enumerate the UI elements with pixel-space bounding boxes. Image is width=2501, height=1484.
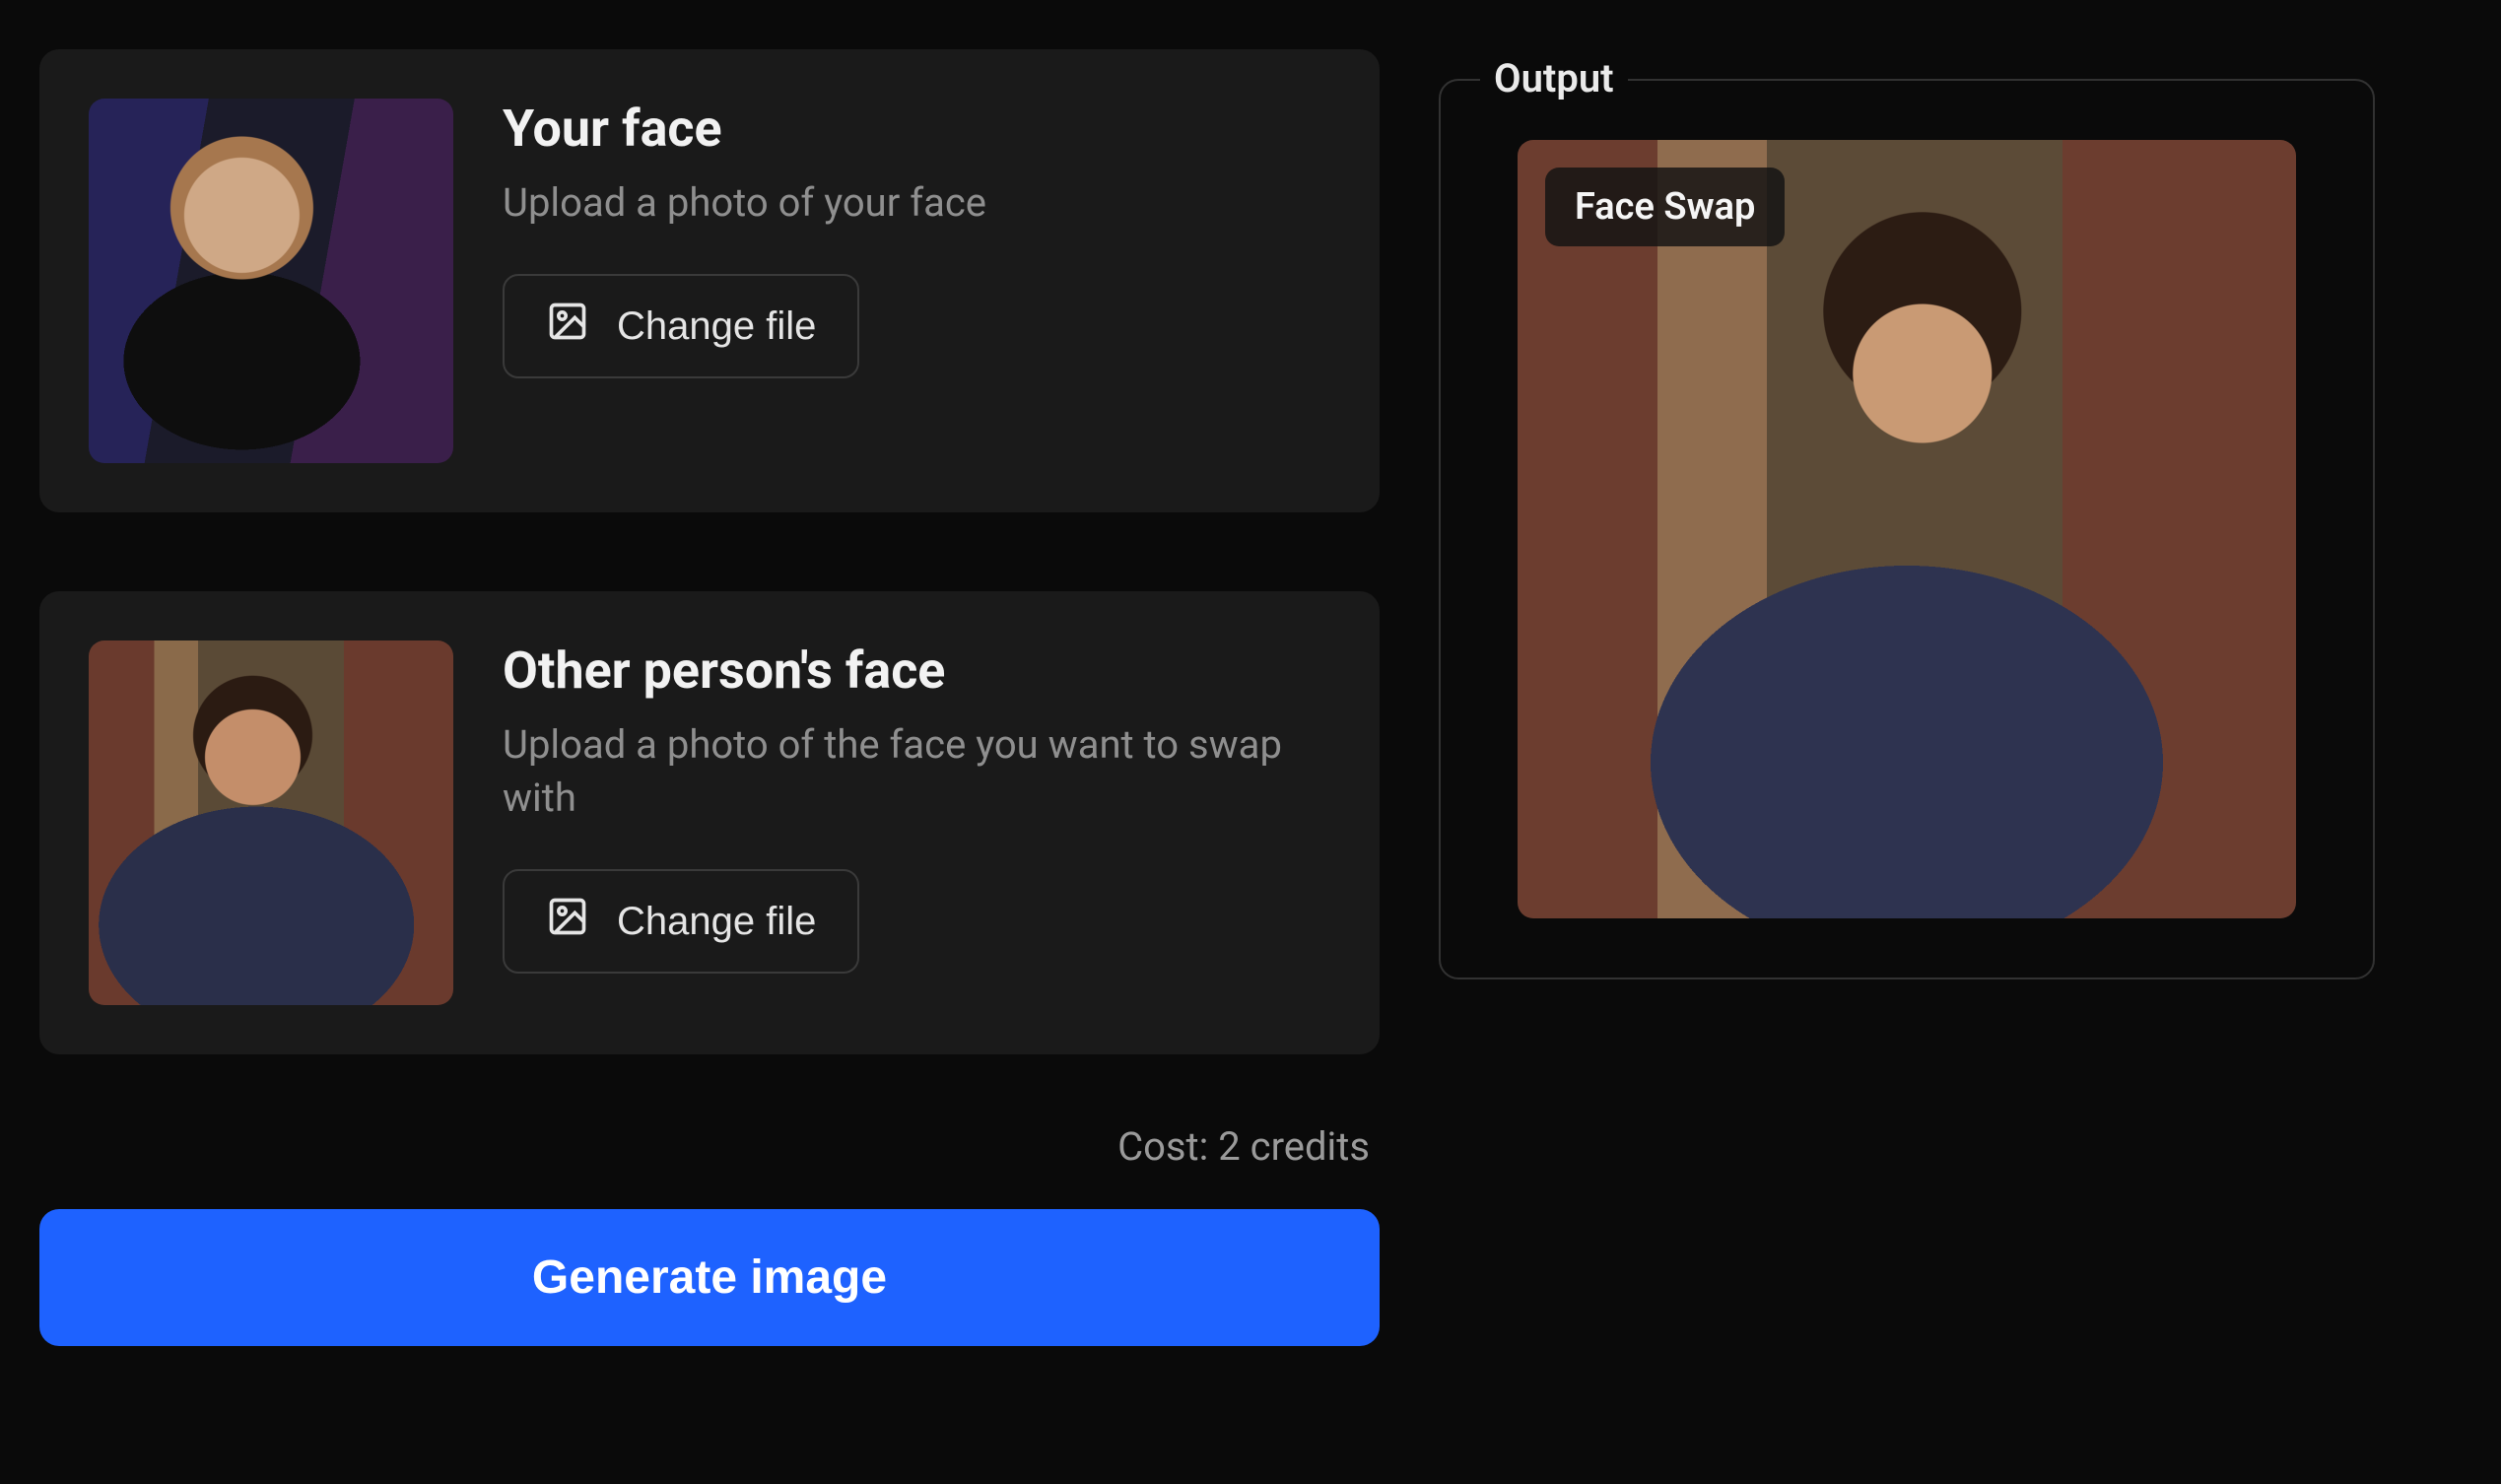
your-face-thumbnail[interactable] — [89, 99, 453, 463]
generate-button[interactable]: Generate image — [39, 1209, 1380, 1346]
other-face-thumbnail[interactable] — [89, 641, 453, 1005]
other-face-body: Other person's face Upload a photo of th… — [503, 641, 1330, 974]
your-face-subtitle: Upload a photo of your face — [503, 176, 1330, 230]
output-column: Output Face Swap — [1439, 49, 2375, 1435]
other-face-card: Other person's face Upload a photo of th… — [39, 591, 1380, 1054]
page-root: Your face Upload a photo of your face Ch… — [0, 0, 2501, 1484]
your-face-card: Your face Upload a photo of your face Ch… — [39, 49, 1380, 512]
your-face-body: Your face Upload a photo of your face Ch… — [503, 99, 1330, 378]
other-face-change-button[interactable]: Change file — [503, 869, 859, 974]
other-face-title: Other person's face — [503, 641, 1330, 701]
output-legend: Output — [1480, 55, 1628, 101]
your-face-change-button[interactable]: Change file — [503, 274, 859, 378]
change-file-label: Change file — [617, 900, 816, 944]
other-face-subtitle: Upload a photo of the face you want to s… — [503, 718, 1330, 825]
output-image[interactable]: Face Swap — [1518, 140, 2296, 918]
cost-label: Cost: 2 credits — [39, 1123, 1380, 1170]
your-face-title: Your face — [503, 99, 1330, 159]
image-icon — [546, 300, 589, 353]
output-badge: Face Swap — [1545, 168, 1785, 246]
inputs-column: Your face Upload a photo of your face Ch… — [39, 49, 1380, 1435]
change-file-label: Change file — [617, 304, 816, 349]
image-icon — [546, 895, 589, 948]
output-panel: Output Face Swap — [1439, 79, 2375, 979]
